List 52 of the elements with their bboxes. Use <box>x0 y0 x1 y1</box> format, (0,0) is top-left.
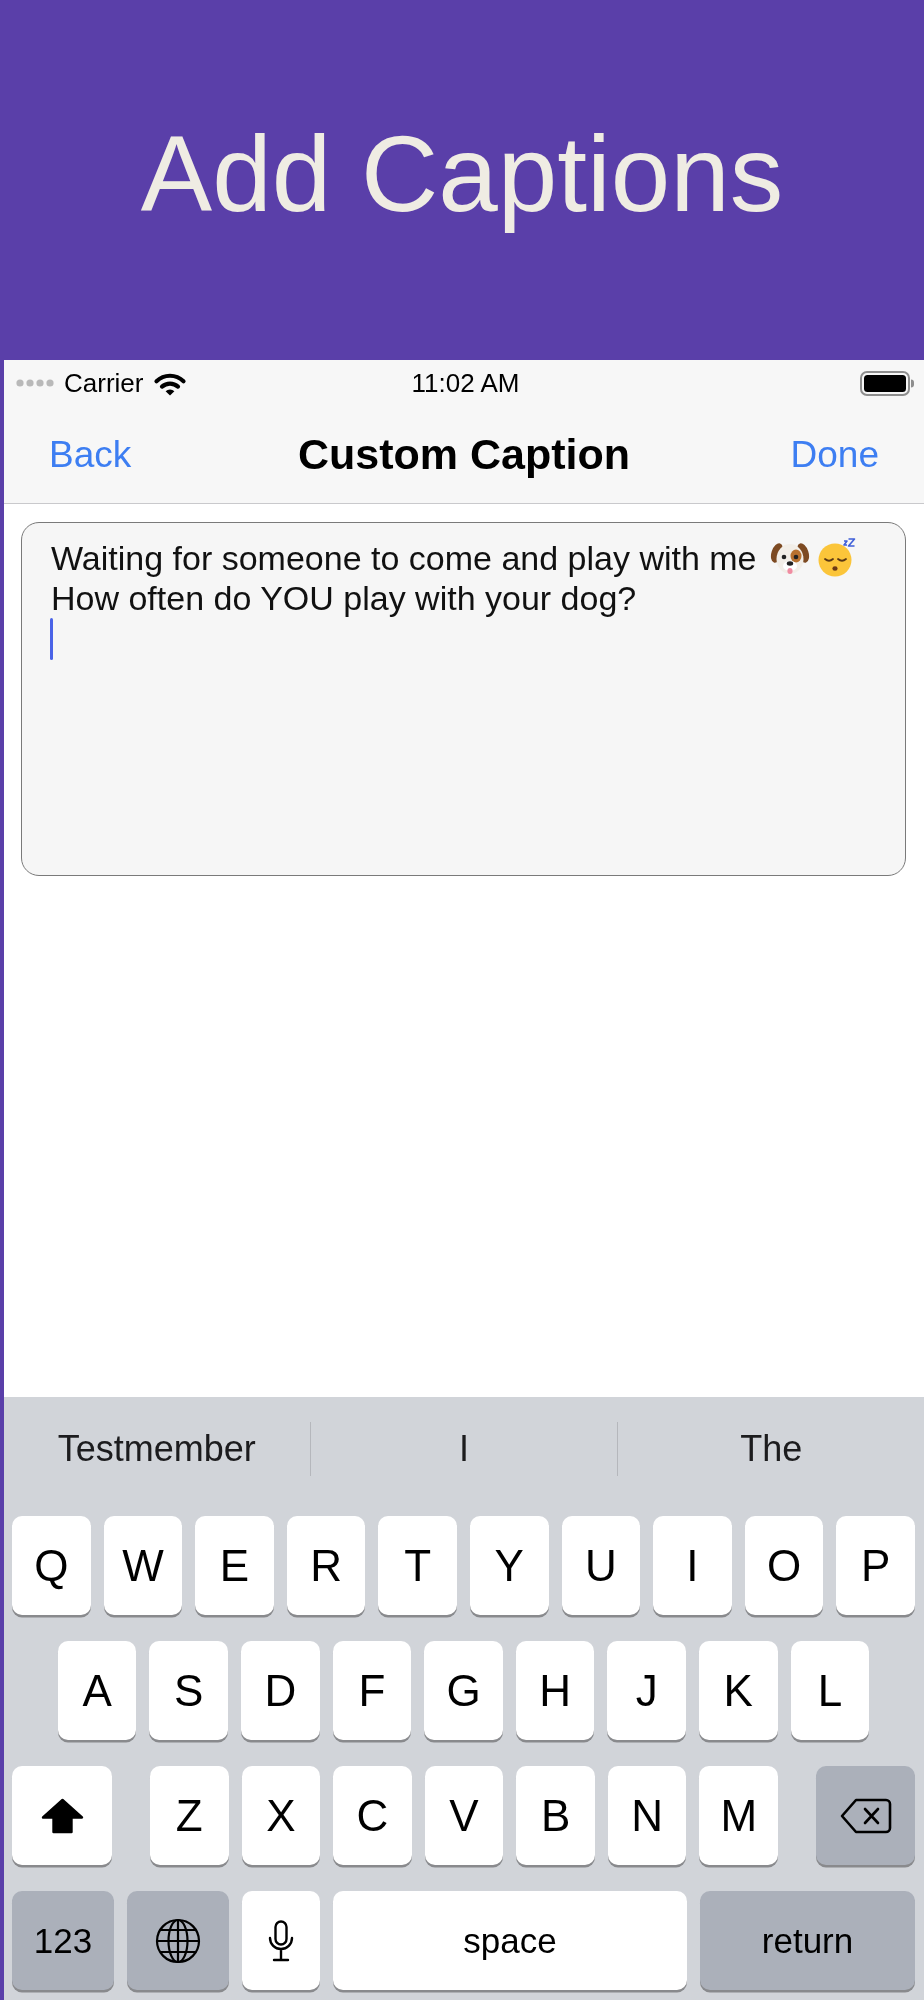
letter-key[interactable]: O <box>744 1516 824 1615</box>
letter-key[interactable]: C <box>333 1766 412 1865</box>
caption-text: How often do YOU play with your dog? <box>51 578 637 618</box>
letter-key[interactable]: G <box>424 1641 503 1740</box>
letter-key[interactable]: K <box>699 1641 778 1740</box>
letter-key[interactable]: I <box>653 1516 732 1615</box>
letter-key[interactable]: Y <box>470 1516 549 1615</box>
letter-key[interactable]: Z <box>149 1766 229 1865</box>
letter-key[interactable]: W <box>103 1516 183 1615</box>
microphone-icon <box>268 1919 294 1962</box>
letter-key[interactable]: A <box>57 1641 137 1740</box>
sleeping-face-icon <box>816 538 857 578</box>
carrier-name: Carrier <box>64 367 144 399</box>
letter-key[interactable]: X <box>241 1766 321 1865</box>
letter-key[interactable]: B <box>516 1766 595 1865</box>
done-button[interactable]: Done <box>790 433 879 476</box>
letter-key[interactable]: V <box>424 1766 504 1865</box>
screen-title: Custom Caption <box>297 430 630 479</box>
numbers-key[interactable]: 123 <box>12 1891 114 1990</box>
shift-arrow-icon <box>40 1797 84 1834</box>
letter-key[interactable]: U <box>561 1516 641 1615</box>
letter-key[interactable]: E <box>195 1516 274 1615</box>
microphone-key[interactable] <box>242 1891 320 1990</box>
globe-key[interactable] <box>127 1891 229 1990</box>
letter-key[interactable]: N <box>607 1766 687 1865</box>
globe-icon <box>155 1917 201 1964</box>
backspace-icon <box>839 1797 892 1834</box>
letter-key[interactable]: Q <box>12 1516 91 1615</box>
letter-key[interactable]: T <box>378 1516 457 1615</box>
space-bar[interactable]: space <box>333 1891 687 1990</box>
letter-key[interactable]: L <box>790 1641 870 1740</box>
letter-key[interactable]: M <box>699 1766 779 1865</box>
banner-title: Add Captions <box>140 113 784 237</box>
suggestion-button[interactable]: Testmember <box>51 1424 262 1474</box>
letter-key[interactable]: H <box>515 1641 595 1740</box>
caption-text-field[interactable]: Waiting for someone to come and play with me How often do YOU play with your dog? <box>21 522 906 876</box>
caption-text: Waiting for someone to come and play with me <box>51 538 757 578</box>
letter-key[interactable]: F <box>332 1641 412 1740</box>
status-time: 11:02 AM <box>411 367 520 399</box>
return-key[interactable]: return <box>700 1891 915 1990</box>
letter-key[interactable]: D <box>241 1641 320 1740</box>
letter-key[interactable]: S <box>149 1641 228 1740</box>
letter-key[interactable]: J <box>607 1641 686 1740</box>
letter-key[interactable]: R <box>286 1516 366 1615</box>
suggestion-button[interactable]: The <box>734 1424 809 1474</box>
back-button[interactable]: Back <box>49 433 132 476</box>
battery-icon <box>860 370 915 396</box>
delete-key[interactable] <box>816 1766 915 1865</box>
shift-key[interactable] <box>12 1766 112 1865</box>
signal-dots-icon <box>16 379 54 387</box>
suggestion-button[interactable]: I <box>453 1424 475 1474</box>
letter-key[interactable]: P <box>836 1516 915 1615</box>
